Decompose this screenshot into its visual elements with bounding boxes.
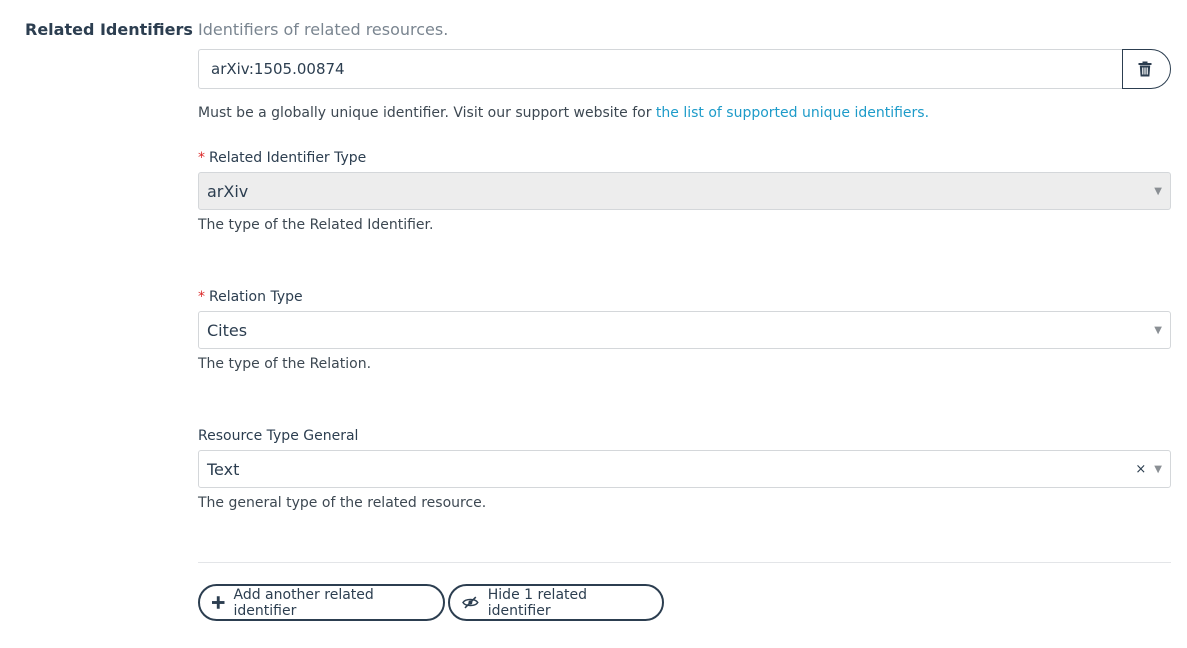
identifier-help-text: Must be a globally unique identifier. Vi… [198, 105, 656, 121]
trash-icon [1138, 61, 1151, 77]
relation-type-select[interactable]: Cites ▼ [198, 311, 1171, 349]
eye-slash-icon [462, 596, 479, 609]
section-label: Related Identifiers [25, 20, 193, 39]
hide-related-identifier-label: Hide 1 related identifier [487, 586, 588, 619]
resource-type-label: Resource Type General [198, 428, 359, 444]
resource-type-select[interactable]: Text × ▼ [198, 450, 1171, 488]
plus-icon [212, 596, 225, 609]
required-mark: * [198, 289, 205, 305]
relation-type-label-text: Relation Type [209, 289, 303, 305]
identifier-type-value: arXiv [207, 181, 249, 201]
relation-type-value: Cites [207, 320, 248, 340]
resource-type-value: Text [207, 459, 240, 479]
identifier-type-select[interactable]: arXiv ▼ [198, 172, 1171, 210]
chevron-down-icon: ▼ [1154, 463, 1162, 475]
identifier-input[interactable] [198, 49, 1122, 89]
identifier-type-label: * Related Identifier Type [198, 150, 366, 166]
resource-type-help: The general type of the related resource… [198, 495, 487, 511]
required-mark: * [198, 150, 205, 166]
clear-icon[interactable]: × [1135, 462, 1146, 477]
identifier-row [198, 49, 1171, 89]
chevron-down-icon: ▼ [1154, 185, 1162, 197]
add-related-identifier-button[interactable]: Add another related identifier [198, 584, 445, 621]
divider [198, 562, 1171, 563]
hide-related-identifier-button[interactable]: Hide 1 related identifier [448, 584, 664, 621]
delete-identifier-button[interactable] [1122, 49, 1171, 89]
supported-identifiers-link[interactable]: the list of supported unique identifiers… [656, 105, 929, 121]
identifier-help: Must be a globally unique identifier. Vi… [198, 105, 929, 121]
identifier-type-label-text: Related Identifier Type [209, 150, 367, 166]
identifier-type-help: The type of the Related Identifier. [198, 217, 434, 233]
add-related-identifier-label: Add another related identifier [233, 586, 374, 619]
section-description: Identifiers of related resources. [198, 20, 449, 39]
chevron-down-icon: ▼ [1154, 324, 1162, 336]
relation-type-help: The type of the Relation. [198, 356, 372, 372]
relation-type-label: * Relation Type [198, 289, 303, 305]
